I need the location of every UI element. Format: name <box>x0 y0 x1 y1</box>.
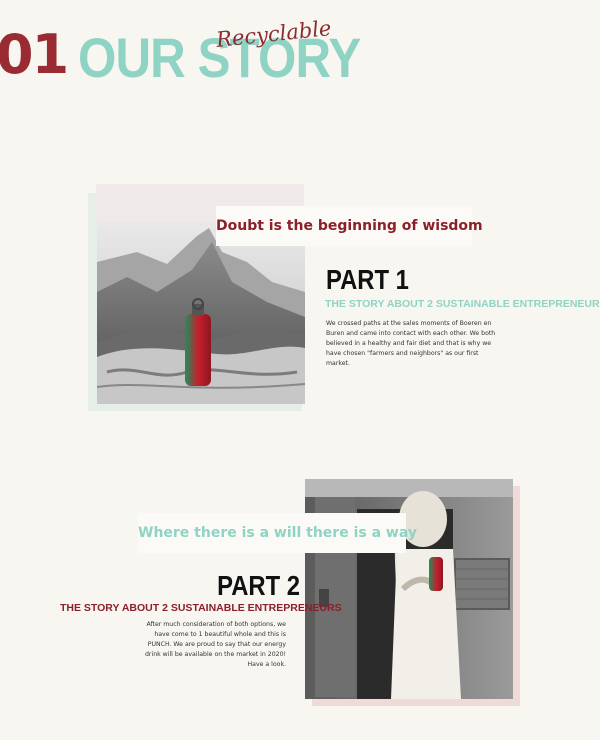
van-woman-photo <box>305 479 513 699</box>
mountain-photo-illustration <box>97 222 305 404</box>
van-photo-illustration <box>305 479 513 699</box>
part1-subheading: THE STORY ABOUT 2 SUSTAINABLE ENTREPRENE… <box>325 298 600 310</box>
part2-heading: PART 2 <box>217 570 300 601</box>
part2-subheading: THE STORY ABOUT 2 SUSTAINABLE ENTREPRENE… <box>60 602 342 614</box>
section-number: 01 <box>0 23 69 86</box>
part1-caption: Doubt is the beginning of wisdom <box>216 206 483 246</box>
part2-caption: Where there is a will there is a way <box>138 513 417 553</box>
part2-body: After much consideration of both options… <box>145 621 286 668</box>
part1-body: We crossed paths at the sales moments of… <box>326 320 496 367</box>
story-page: 01 OUR STORY Recyclable Doubt is the beg… <box>0 0 600 740</box>
part1-heading: PART 1 <box>326 264 409 295</box>
mountain-bottle-photo <box>97 222 305 404</box>
